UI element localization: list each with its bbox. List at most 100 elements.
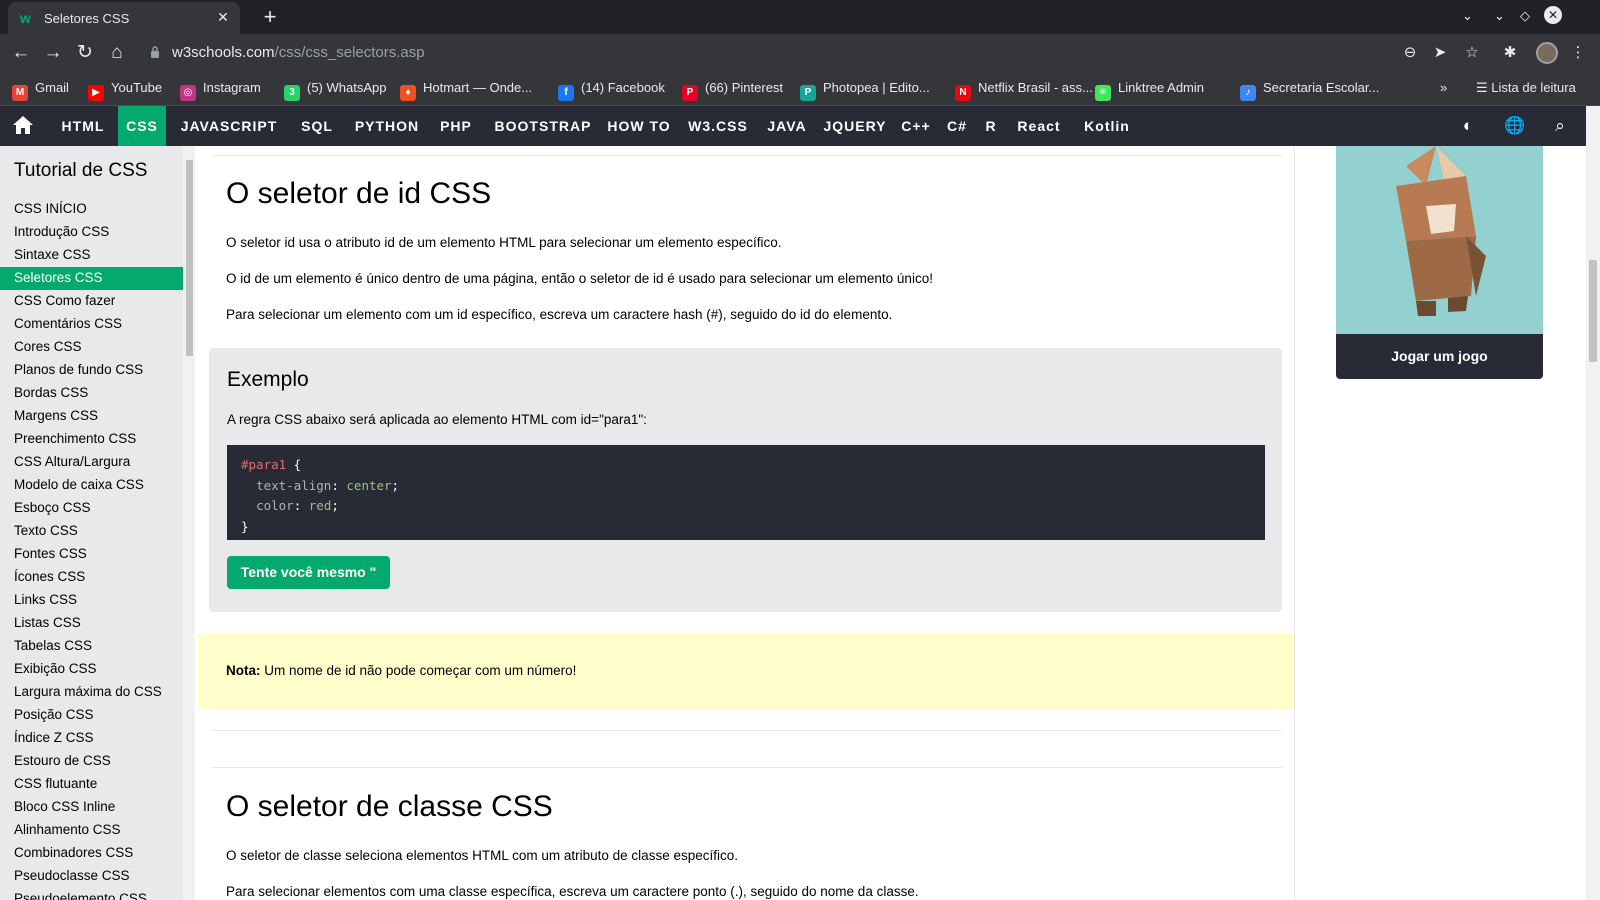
bookmark-linktree[interactable]: ✳ Linktree Admin (1095, 80, 1204, 101)
sidebar-item[interactable]: Exibição CSS (0, 658, 183, 681)
sidebar-item[interactable]: Tabelas CSS (0, 635, 183, 658)
sidebar-scrollbar-thumb[interactable] (186, 160, 193, 356)
nav-item-css[interactable]: CSS (118, 106, 166, 146)
sidebar-item[interactable]: Preenchimento CSS (0, 428, 183, 451)
reload-icon[interactable]: ↻ (74, 42, 96, 64)
sidebar-item[interactable]: CSS flutuante (0, 773, 183, 796)
sidebar: Tutorial de CSS CSS INÍCIO Introdução CSS… (0, 146, 183, 900)
bookmark-label: Netflix Brasil - ass... (978, 80, 1093, 95)
w3schools-topnav: ◐ 🌐 ⌕ HTML CSS JAVASCRIPT SQL PYTHON PHP BOOTS… (0, 106, 1586, 146)
new-tab-icon[interactable]: + (258, 4, 282, 30)
back-icon[interactable]: ← (10, 42, 32, 64)
bookmark-netflix[interactable]: N Netflix Brasil - ass... (955, 80, 1093, 101)
bookmark-star-icon[interactable]: ☆ (1462, 43, 1482, 63)
play-game-button[interactable]: Jogar um jogo (1336, 334, 1543, 379)
theme-toggle-icon[interactable]: ◐ (1458, 116, 1478, 136)
sidebar-item[interactable]: CSS INÍCIO (0, 198, 183, 221)
sidebar-item[interactable]: Seletores CSS (0, 267, 183, 290)
sidebar-item[interactable]: Posição CSS (0, 704, 183, 727)
browser-tab[interactable]: w Seletores CSS ✕ (8, 2, 240, 34)
nav-item-bootstrap[interactable]: BOOTSTRAP (487, 106, 599, 146)
bookmark-secretaria[interactable]: ♪ Secretaria Escolar... (1240, 80, 1379, 101)
sidebar-item[interactable]: Sintaxe CSS (0, 244, 183, 267)
sidebar-item[interactable]: Introdução CSS (0, 221, 183, 244)
bookmark-facebook[interactable]: f (14) Facebook (558, 80, 665, 101)
bookmark-photopea[interactable]: P Photopea | Edito... (800, 80, 930, 101)
nav-item-javascript[interactable]: JAVASCRIPT (172, 106, 286, 146)
bookmark-whatsapp[interactable]: 3 (5) WhatsApp (284, 80, 386, 101)
sidebar-item[interactable]: Pseudoelemento CSS (0, 888, 183, 900)
sidebar-item[interactable]: Listas CSS (0, 612, 183, 635)
bookmark-hotmart[interactable]: ♦ Hotmart — Onde... (400, 80, 532, 101)
zoom-icon[interactable]: ⊖ (1400, 43, 1420, 63)
sidebar-item[interactable]: CSS Como fazer (0, 290, 183, 313)
nav-item-kotlin[interactable]: Kotlin (1076, 106, 1138, 146)
sidebar-item[interactable]: Texto CSS (0, 520, 183, 543)
photopea-icon: P (800, 85, 816, 101)
try-it-yourself-button[interactable]: Tente você mesmo " (227, 556, 390, 589)
example-description: A regra CSS abaixo será aplicada ao elem… (227, 412, 647, 427)
sidebar-item[interactable]: Bordas CSS (0, 382, 183, 405)
profile-avatar[interactable] (1536, 42, 1558, 64)
sidebar-item[interactable]: Estouro de CSS (0, 750, 183, 773)
bookmark-gmail[interactable]: M Gmail (12, 80, 69, 101)
page-scrollbar[interactable] (1586, 106, 1600, 900)
send-icon[interactable]: ➤ (1430, 43, 1450, 63)
bookmark-label: (14) Facebook (581, 80, 665, 95)
sidebar-item[interactable]: Bloco CSS Inline (0, 796, 183, 819)
window-close-icon[interactable]: ✕ (1544, 6, 1562, 24)
sidebar-item[interactable]: Pseudoclasse CSS (0, 865, 183, 888)
extensions-icon[interactable]: ✱ (1500, 43, 1520, 63)
url-path: /css/css_selectors.asp (274, 44, 425, 61)
nav-item-how-to[interactable]: HOW TO (602, 106, 676, 146)
paragraph: Para selecionar um elemento com um id es… (226, 307, 893, 322)
sidebar-item[interactable]: Fontes CSS (0, 543, 183, 566)
globe-icon[interactable]: 🌐 (1504, 116, 1525, 136)
nav-item-python[interactable]: PYTHON (347, 106, 427, 146)
bookmark-youtube[interactable]: ▶ YouTube (88, 80, 162, 101)
nav-item-php[interactable]: PHP (432, 106, 480, 146)
note-box: Nota: Um nome de id não pode começar com… (198, 634, 1294, 709)
game-ad-image[interactable] (1336, 146, 1543, 334)
forward-icon[interactable]: → (42, 42, 64, 64)
sidebar-item[interactable]: Cores CSS (0, 336, 183, 359)
sidebar-item[interactable]: Esboço CSS (0, 497, 183, 520)
tab-close-icon[interactable]: ✕ (214, 9, 232, 26)
sidebar-item[interactable]: Índice Z CSS (0, 727, 183, 750)
nav-item-html[interactable]: HTML (48, 106, 118, 146)
nav-item-c-[interactable]: C++ (896, 106, 936, 146)
sidebar-item[interactable]: Alinhamento CSS (0, 819, 183, 842)
nav-item-sql[interactable]: SQL (295, 106, 339, 146)
maximize-icon[interactable]: ◇ (1520, 8, 1530, 24)
bookmark-pinterest[interactable]: P (66) Pinterest (682, 80, 783, 101)
section-title-class-selector: O seletor de classe CSS (226, 790, 553, 823)
sidebar-item[interactable]: Ícones CSS (0, 566, 183, 589)
pinterest-icon: P (682, 85, 698, 101)
sidebar-item[interactable]: Links CSS (0, 589, 183, 612)
bookmark-instagram[interactable]: ◎ Instagram (180, 80, 261, 101)
address-bar[interactable]: w3schools.com/css/css_selectors.asp (172, 44, 425, 61)
minimize-icon[interactable]: ⌄ (1494, 8, 1505, 24)
netflix-icon: N (955, 85, 971, 101)
home-icon[interactable]: ⌂ (106, 42, 128, 64)
nav-item-jquery[interactable]: JQUERY (820, 106, 890, 146)
home-icon[interactable] (12, 115, 34, 135)
nav-item-c-[interactable]: C# (942, 106, 972, 146)
sidebar-item[interactable]: CSS Altura/Largura (0, 451, 183, 474)
sidebar-item[interactable]: Modelo de caixa CSS (0, 474, 183, 497)
nav-item-r[interactable]: R (980, 106, 1002, 146)
search-icon[interactable]: ⌕ (1550, 116, 1570, 136)
sidebar-item[interactable]: Margens CSS (0, 405, 183, 428)
more-bookmarks-icon[interactable]: » (1440, 80, 1447, 98)
sidebar-item[interactable]: Combinadores CSS (0, 842, 183, 865)
menu-icon[interactable]: ⋮ (1568, 43, 1588, 63)
nav-item-java[interactable]: JAVA (762, 106, 812, 146)
nav-item-react[interactable]: React (1009, 106, 1069, 146)
tab-search-icon[interactable]: ⌄ (1462, 8, 1473, 24)
reading-list[interactable]: ☰ Lista de leitura (1476, 80, 1576, 98)
page-scrollbar-thumb[interactable] (1589, 260, 1597, 362)
sidebar-item[interactable]: Planos de fundo CSS (0, 359, 183, 382)
sidebar-item[interactable]: Largura máxima do CSS (0, 681, 183, 704)
nav-item-w3-css[interactable]: W3.CSS (683, 106, 753, 146)
sidebar-item[interactable]: Comentários CSS (0, 313, 183, 336)
